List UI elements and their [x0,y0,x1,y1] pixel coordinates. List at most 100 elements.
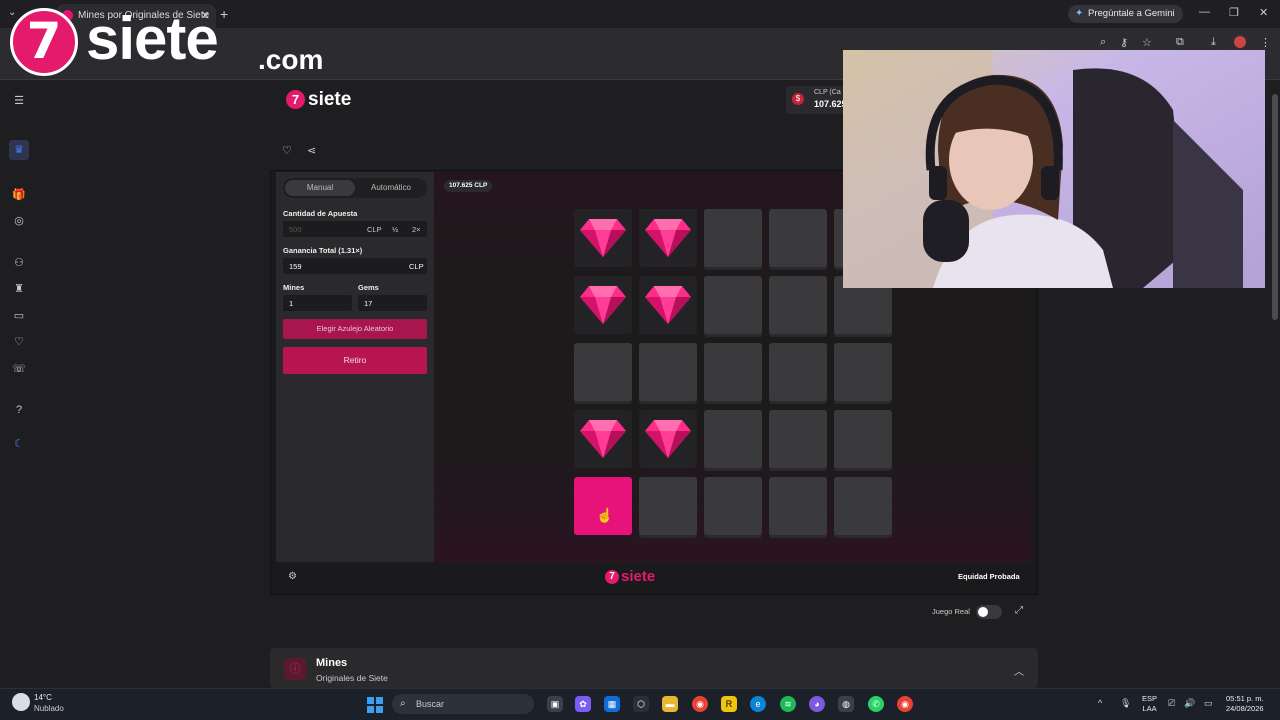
share-icon[interactable]: ⋖ [307,144,316,157]
hidden-tile[interactable] [574,343,632,401]
revealed-gem-tile [639,209,697,267]
favorites-heart-icon[interactable]: ♡ [12,335,26,349]
hamburger-menu-icon[interactable]: ☰ [12,94,26,108]
copilot-icon[interactable]: ✿ [575,696,591,712]
footer-logo-mark: 7 [605,570,619,584]
hidden-tile[interactable] [704,276,762,334]
hidden-tile[interactable] [834,477,892,535]
tab-automatic[interactable]: Automático [355,178,427,198]
extension-key-icon[interactable]: ⚷ [1120,36,1128,49]
hidden-tile[interactable] [704,209,762,267]
help-icon[interactable]: ? [12,403,26,417]
total-profit-field: 159 CLP [283,258,427,274]
tray-chevron-icon[interactable]: ^ [1098,698,1102,708]
medal-icon[interactable]: ◎ [12,214,26,228]
network-icon[interactable]: ⎚ [1168,698,1175,709]
mouse-cursor-icon: ☝ [596,507,614,523]
hidden-tile[interactable] [639,477,697,535]
pick-random-tile-button[interactable]: Elegir Azulejo Aleatorio [283,319,427,339]
gem-icon [645,286,691,324]
video-icon[interactable]: ▭ [12,309,26,323]
dark-mode-moon-icon[interactable]: ☾ [12,437,26,451]
settings-gear-icon[interactable]: ⚙ [288,571,297,582]
whatsapp-icon[interactable]: ✆ [868,696,884,712]
double-bet-button[interactable]: 2× [412,225,421,234]
hidden-tile[interactable] [769,343,827,401]
casino-crown-icon[interactable]: ♛ [9,140,29,160]
close-window-icon[interactable]: ✕ [1259,6,1268,19]
mines-count-input[interactable]: 1 [283,295,352,311]
scrollbar-thumb[interactable] [1272,94,1278,320]
hidden-tile[interactable] [769,209,827,267]
cashout-button[interactable]: Retiro [283,347,427,374]
store-icon[interactable]: ▦ [604,696,620,712]
spotify-icon[interactable]: ≋ [780,696,796,712]
extensions-icon[interactable]: ⧉ [1176,36,1184,49]
siete-com-watermark: 7 siete .com [10,5,340,80]
siete-logo-mark: 7 [286,90,305,109]
minimize-icon[interactable]: — [1199,6,1210,18]
maximize-icon[interactable]: ❐ [1229,6,1239,19]
hidden-tile[interactable] [704,410,762,468]
file-explorer-icon[interactable]: ▬ [662,696,678,712]
profit-currency: CLP [409,262,424,271]
edge-icon[interactable]: e [750,696,766,712]
hidden-tile[interactable] [704,343,762,401]
windows-start-icon[interactable] [367,697,383,713]
zoom-icon[interactable]: ⌕ [1100,36,1106,49]
discord-icon[interactable]: ◕ [809,696,825,712]
chevron-up-icon[interactable]: ︿ [1014,663,1024,678]
profile-avatar[interactable] [1234,36,1246,48]
obs-icon[interactable]: ◍ [838,696,854,712]
hidden-tile[interactable] [704,477,762,535]
microphone-icon[interactable]: 🎙 [1120,698,1131,709]
gem-icon [645,420,691,458]
language-top: ESP [1142,694,1158,703]
favorite-heart-icon[interactable]: ♡ [282,144,292,157]
balance-value: 107.625 [814,99,847,109]
trophy-icon[interactable]: ♜ [12,282,26,296]
task-view-icon[interactable]: ▣ [547,696,563,712]
input-language[interactable]: ESP LAA [1142,694,1157,714]
chrome-icon[interactable]: ◉ [692,696,708,712]
chrome-active-icon[interactable]: ◉ [897,696,913,712]
gem-icon [580,219,626,257]
total-profit-label: Ganancia Total (1.31×) [283,246,363,255]
fullscreen-expand-icon[interactable]: ⤢ [1015,605,1023,616]
watermark-tld: .com [258,44,324,75]
hidden-tile[interactable] [834,410,892,468]
hidden-tile[interactable] [769,410,827,468]
selected-tile: ☝ [574,477,632,535]
half-bet-button[interactable]: ½ [392,225,398,234]
bet-amount-input[interactable]: 500 CLP ½ 2× [283,221,427,237]
watermark-seven-mark: 7 [10,8,78,76]
taskbar-search[interactable]: ⌕ Buscar [392,694,534,714]
gift-icon[interactable]: 🎁 [12,188,26,202]
hidden-tile[interactable] [639,343,697,401]
volume-icon[interactable]: 🔊 [1184,698,1195,709]
provably-fair-link[interactable]: Equidad Probada [958,572,1020,581]
gem-icon [580,286,626,324]
ask-gemini-button[interactable]: ✦ Pregúntale a Gemini [1068,5,1183,23]
weather-cloud-icon[interactable] [12,693,30,711]
streamer-webcam [843,50,1265,288]
browser-menu-icon[interactable]: ⋮ [1260,36,1271,49]
bookmark-star-icon[interactable]: ☆ [1142,36,1152,49]
battery-icon[interactable]: ▭ [1204,698,1213,709]
gems-count-field: 17 [358,295,427,311]
hidden-tile[interactable] [769,477,827,535]
download-icon[interactable]: ⤓ [1211,36,1216,49]
support-chat-icon[interactable]: ☏ [12,362,26,376]
gemini-sparkle-icon: ✦ [1075,8,1084,19]
tab-manual[interactable]: Manual [285,180,355,196]
mode-switch: Manual Automático [283,178,427,198]
revealed-gem-tile [639,410,697,468]
system-clock[interactable]: 05:51 p. m. 24/08/2026 [1226,694,1264,714]
hidden-tile[interactable] [834,343,892,401]
gem-icon [580,420,626,458]
app-settings-icon[interactable]: ⬡ [633,696,649,712]
real-play-toggle[interactable] [976,605,1002,619]
rockstar-icon[interactable]: R [721,696,737,712]
users-icon[interactable]: ⚇ [12,256,26,270]
hidden-tile[interactable] [769,276,827,334]
